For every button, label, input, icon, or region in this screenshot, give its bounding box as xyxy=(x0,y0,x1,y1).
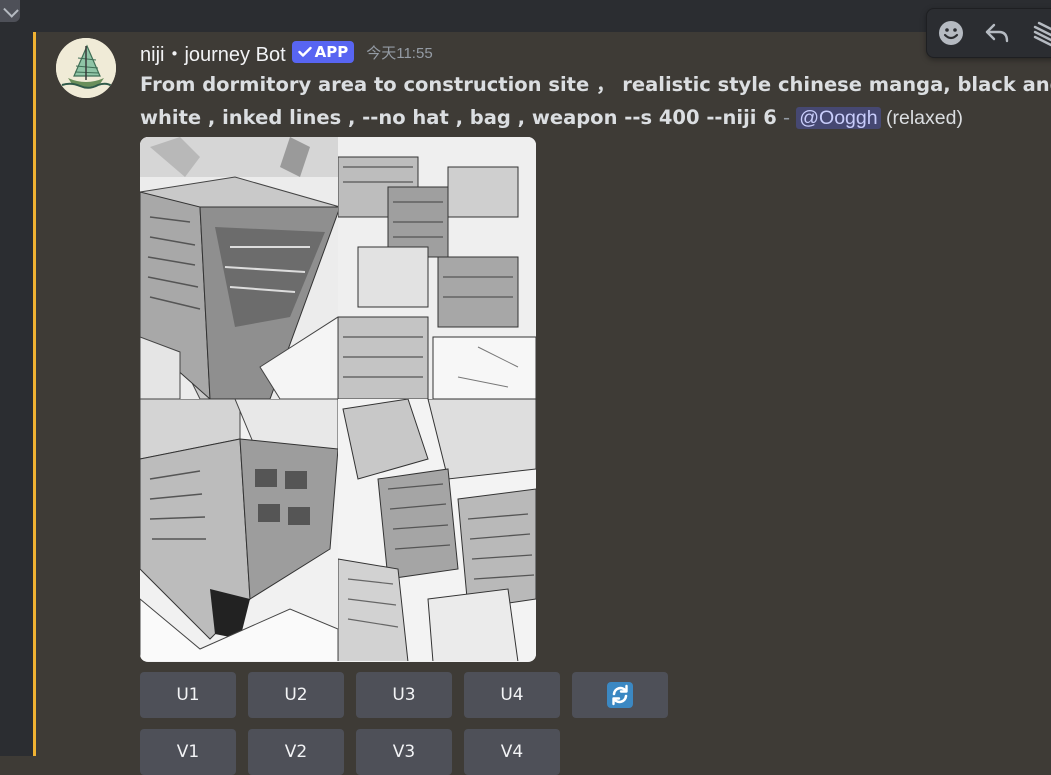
timestamp: 今天11:55 xyxy=(366,44,433,62)
mode-label: (relaxed) xyxy=(880,107,963,129)
refresh-icon xyxy=(607,682,633,708)
reply-icon xyxy=(985,23,1009,43)
content-line-2: white , inked lines , --no hat , bag , w… xyxy=(140,101,1040,134)
boat-icon xyxy=(56,38,116,98)
chevron-icon xyxy=(3,2,19,18)
content-line-1: From dormitory area to construction site… xyxy=(140,73,1051,96)
user-mention[interactable]: @Ooggh xyxy=(796,107,881,129)
variation-button-4[interactable]: V4 xyxy=(464,729,560,775)
add-reaction-button[interactable] xyxy=(933,15,969,51)
more-icon xyxy=(1033,21,1051,47)
author-name[interactable]: niji・journey Bot xyxy=(140,38,286,67)
reroll-button[interactable] xyxy=(572,672,668,718)
separator: - xyxy=(776,106,797,129)
message-header: niji・journey Bot APP 今天11:55 xyxy=(140,38,433,66)
variation-button-3[interactable]: V3 xyxy=(356,729,452,775)
message-content: From dormitory area to construction site… xyxy=(140,68,1051,134)
upscale-button-1[interactable]: U1 xyxy=(140,672,236,718)
variation-button-2[interactable]: V2 xyxy=(248,729,344,775)
checkmark-icon xyxy=(297,46,312,57)
app-badge: APP xyxy=(291,41,355,63)
app-badge-label: APP xyxy=(314,43,349,61)
upscale-button-4[interactable]: U4 xyxy=(464,672,560,718)
image-tile-2 xyxy=(338,137,536,399)
upscale-button-3[interactable]: U3 xyxy=(356,672,452,718)
generated-image-grid[interactable] xyxy=(140,137,536,662)
emoji-icon xyxy=(939,21,963,45)
reply-button[interactable] xyxy=(979,15,1015,51)
collapse-tab[interactable] xyxy=(0,0,20,22)
prompt-text: white , inked lines , --no hat , bag , w… xyxy=(140,106,777,129)
image-tile-1 xyxy=(140,137,338,399)
left-rail xyxy=(0,0,33,756)
mention-highlight-bar xyxy=(33,32,36,756)
more-button[interactable] xyxy=(1025,15,1051,51)
image-tile-4 xyxy=(338,399,536,661)
upscale-button-2[interactable]: U2 xyxy=(248,672,344,718)
avatar[interactable] xyxy=(56,38,116,98)
image-tile-3 xyxy=(140,399,338,661)
message-toolbar xyxy=(926,8,1051,58)
variation-button-1[interactable]: V1 xyxy=(140,729,236,775)
previous-message-area xyxy=(33,0,1051,32)
